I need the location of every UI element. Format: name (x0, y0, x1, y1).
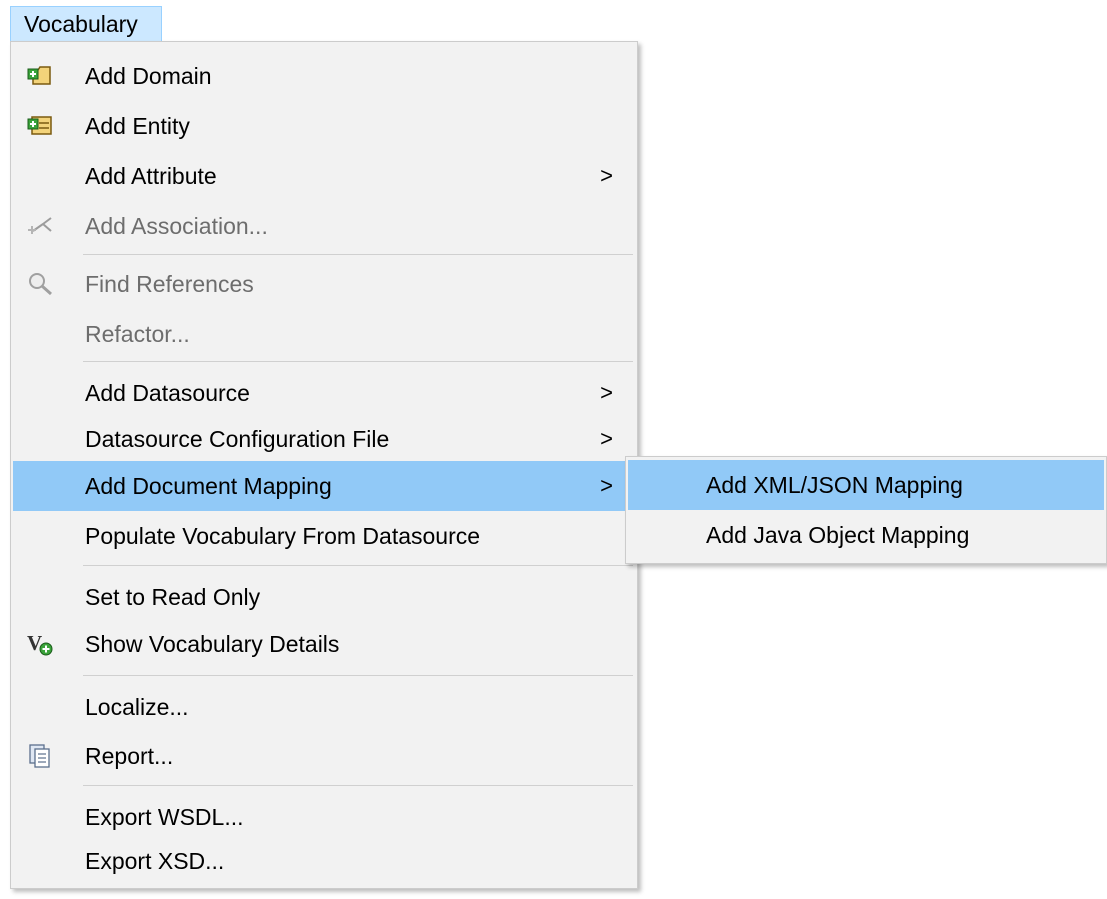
report-icon (27, 743, 55, 769)
add-association-icon (27, 213, 55, 239)
svg-text:V: V (27, 631, 42, 655)
menu-separator (83, 565, 633, 566)
menu-item-export-wsdl[interactable]: Export WSDL... (13, 792, 635, 842)
menu-item-find-references[interactable]: Find References (13, 259, 635, 309)
menu-item-label: Add Attribute (85, 163, 217, 189)
menu-separator (83, 785, 633, 786)
add-entity-icon (27, 113, 55, 139)
menubar-vocabulary[interactable]: Vocabulary (10, 6, 162, 42)
submenu-arrow-icon: > (600, 380, 613, 405)
menu-item-label: Datasource Configuration File (85, 426, 390, 452)
menu-item-add-association[interactable]: Add Association... (13, 201, 635, 251)
magnifier-icon (27, 271, 55, 297)
menu-item-label: Add Entity (85, 113, 190, 139)
submenu-item-add-java-object-mapping[interactable]: Add Java Object Mapping (628, 510, 1104, 560)
menu-item-add-attribute[interactable]: Add Attribute > (13, 151, 635, 201)
vocabulary-menu: Add Domain Add Entity Add Attribute > Ad… (10, 41, 638, 889)
menu-item-label: Add Document Mapping (85, 473, 332, 499)
menu-item-add-domain[interactable]: Add Domain (13, 51, 635, 101)
menu-item-add-document-mapping[interactable]: Add Document Mapping > (13, 461, 635, 511)
menu-item-export-xsd[interactable]: Export XSD... (13, 836, 635, 886)
submenu-arrow-icon: > (600, 426, 613, 451)
menu-item-label: Report... (85, 743, 174, 769)
menu-separator (83, 254, 633, 255)
menu-item-localize[interactable]: Localize... (13, 682, 635, 732)
menu-item-show-vocabulary-details[interactable]: V Show Vocabulary Details (13, 619, 635, 669)
menu-item-label: Export WSDL... (85, 804, 244, 830)
menu-item-label: Add Domain (85, 63, 212, 89)
menu-item-label: Add Datasource (85, 380, 250, 406)
menu-item-label: Localize... (85, 694, 189, 720)
menu-item-add-datasource[interactable]: Add Datasource > (13, 368, 635, 418)
add-domain-icon (27, 63, 55, 89)
menu-item-datasource-configuration-file[interactable]: Datasource Configuration File > (13, 414, 635, 464)
submenu-item-add-xml-json-mapping[interactable]: Add XML/JSON Mapping (628, 460, 1104, 510)
menu-item-refactor[interactable]: Refactor... (13, 309, 635, 359)
menu-item-label: Add Association... (85, 213, 268, 239)
menu-separator (83, 361, 633, 362)
menu-item-report[interactable]: Report... (13, 731, 635, 781)
menu-item-label: Find References (85, 271, 254, 297)
menu-item-populate-vocabulary[interactable]: Populate Vocabulary From Datasource (13, 511, 635, 561)
submenu-arrow-icon: > (600, 163, 613, 188)
menu-item-label: Populate Vocabulary From Datasource (85, 523, 481, 549)
submenu-arrow-icon: > (600, 473, 613, 498)
menu-item-label: Refactor... (85, 321, 190, 347)
submenu-item-label: Add XML/JSON Mapping (706, 472, 963, 498)
menu-item-label: Show Vocabulary Details (85, 631, 340, 657)
menu-item-label: Set to Read Only (85, 584, 261, 610)
vocabulary-details-icon: V (27, 631, 55, 657)
menu-separator (83, 675, 633, 676)
submenu-item-label: Add Java Object Mapping (706, 522, 970, 548)
menu-item-set-read-only[interactable]: Set to Read Only (13, 572, 635, 622)
document-mapping-submenu: Add XML/JSON Mapping Add Java Object Map… (625, 456, 1107, 564)
menu-item-label: Export XSD... (85, 848, 225, 874)
menu-item-add-entity[interactable]: Add Entity (13, 101, 635, 151)
